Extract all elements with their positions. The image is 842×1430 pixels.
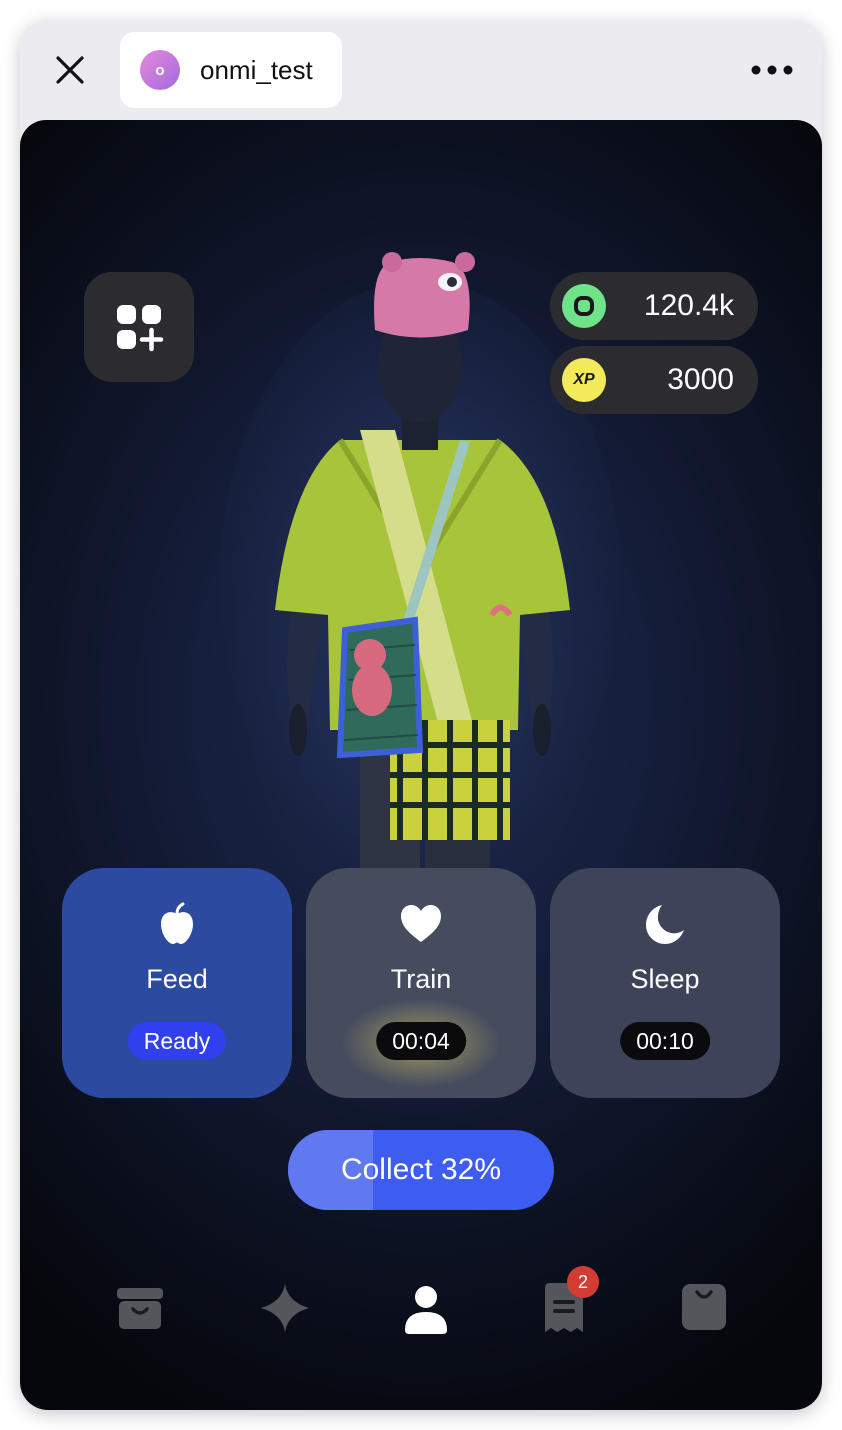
title-bar: o onmi_test bbox=[20, 20, 822, 120]
shop-box-icon[interactable] bbox=[112, 1280, 168, 1336]
receipt-badge: 2 bbox=[567, 1266, 599, 1298]
profile-icon[interactable] bbox=[398, 1280, 454, 1336]
coin-balance: 120.4k bbox=[643, 289, 734, 322]
moon-icon bbox=[646, 905, 684, 944]
sleep-label: Sleep bbox=[630, 964, 700, 994]
close-icon[interactable] bbox=[50, 50, 90, 90]
xp-badge-icon: XP bbox=[562, 358, 606, 402]
app-name: onmi_test bbox=[200, 54, 313, 85]
heart-icon bbox=[401, 905, 441, 942]
sparkle-icon[interactable] bbox=[257, 1280, 313, 1336]
character-figure bbox=[220, 252, 620, 890]
onmi-coin-icon bbox=[562, 284, 606, 328]
add-widget-icon bbox=[117, 305, 164, 352]
app-chip[interactable]: o onmi_test bbox=[120, 32, 342, 108]
train-label: Train bbox=[390, 964, 452, 994]
game-screen: 120.4k XP 3000 Feed Ready Train 00:04 Sl… bbox=[20, 120, 822, 1410]
xp-badge-label: XP bbox=[573, 371, 595, 388]
sleep-timer-badge: 00:10 bbox=[620, 1022, 710, 1060]
more-horizontal-icon[interactable] bbox=[750, 60, 794, 80]
coin-balance-pill[interactable]: 120.4k bbox=[550, 272, 758, 340]
sleep-card[interactable]: Sleep 00:10 bbox=[550, 868, 780, 1098]
feed-label: Feed bbox=[146, 964, 208, 994]
apple-icon bbox=[161, 902, 193, 944]
train-card[interactable]: Train 00:04 bbox=[306, 868, 536, 1098]
feed-card[interactable]: Feed Ready bbox=[62, 868, 292, 1098]
xp-balance-pill[interactable]: XP 3000 bbox=[550, 346, 758, 414]
mini-app-window: o onmi_test 120.4k XP 3000 Feed Ready Tr… bbox=[20, 20, 822, 1410]
collect-label: Collect 32% bbox=[340, 1153, 502, 1186]
bag-icon[interactable] bbox=[676, 1280, 732, 1336]
collect-button[interactable]: Collect 32% bbox=[288, 1130, 554, 1210]
train-timer-badge: 00:04 bbox=[376, 1022, 466, 1060]
xp-balance: 3000 bbox=[667, 363, 734, 396]
add-widget-button[interactable] bbox=[84, 272, 194, 382]
feed-status-badge: Ready bbox=[127, 1022, 227, 1060]
app-avatar: o bbox=[140, 50, 180, 90]
